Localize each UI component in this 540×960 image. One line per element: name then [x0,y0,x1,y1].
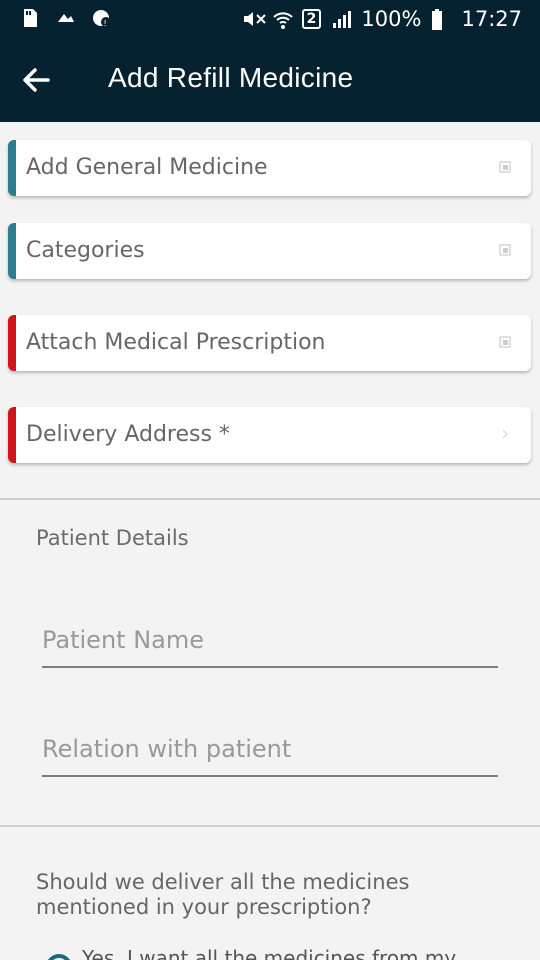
sd-card-icon [20,8,40,28]
signal-icon [331,9,352,29]
patient-details-title: Patient Details [36,526,189,550]
arrow-left-icon [23,68,50,92]
app-notification-icon [56,8,76,28]
card-label: Add General Medicine [26,155,268,180]
back-button[interactable] [18,62,54,98]
relation-input[interactable] [42,735,498,763]
battery-percent: 100% [361,7,422,31]
app-bar: Add Refill Medicine [0,40,540,122]
attach-prescription-card[interactable]: Attach Medical Prescription [8,315,531,371]
relation-field[interactable] [42,729,498,777]
option-yes-row[interactable]: Yes, I want all the medicines from my [46,946,456,960]
card-accent [8,407,16,463]
battery-icon [431,9,451,30]
delivery-question: Should we deliver all the medicines ment… [36,870,410,919]
card-accent [8,140,16,196]
status-bar: ! 2 100% 17:27 [0,0,540,40]
clock: 17:27 [461,7,522,31]
section-divider [0,825,540,827]
open-icon [499,336,511,348]
card-label: Categories [26,238,145,263]
add-general-medicine-card[interactable]: Add General Medicine [8,140,531,196]
svg-text:!: ! [104,19,107,28]
categories-card[interactable]: Categories [8,223,531,279]
patient-name-input[interactable] [42,626,498,654]
radio-button[interactable] [46,954,72,960]
section-divider [0,498,540,500]
mute-icon [242,9,266,29]
open-icon [499,244,511,256]
delivery-address-card[interactable]: Delivery Address * [8,407,531,463]
card-label: Attach Medical Prescription [26,330,326,355]
chevron-right-icon [502,429,508,439]
option-yes-label: Yes, I want all the medicines from my [82,946,457,960]
page-title: Add Refill Medicine [108,62,354,93]
data-saver-icon: ! [92,8,112,28]
card-accent [8,315,16,371]
card-label: Delivery Address * [26,422,230,447]
open-icon [499,161,511,173]
card-accent [8,223,16,279]
patient-name-field[interactable] [42,620,498,668]
sim-slot-badge: 2 [301,9,322,29]
wifi-icon [272,9,293,29]
